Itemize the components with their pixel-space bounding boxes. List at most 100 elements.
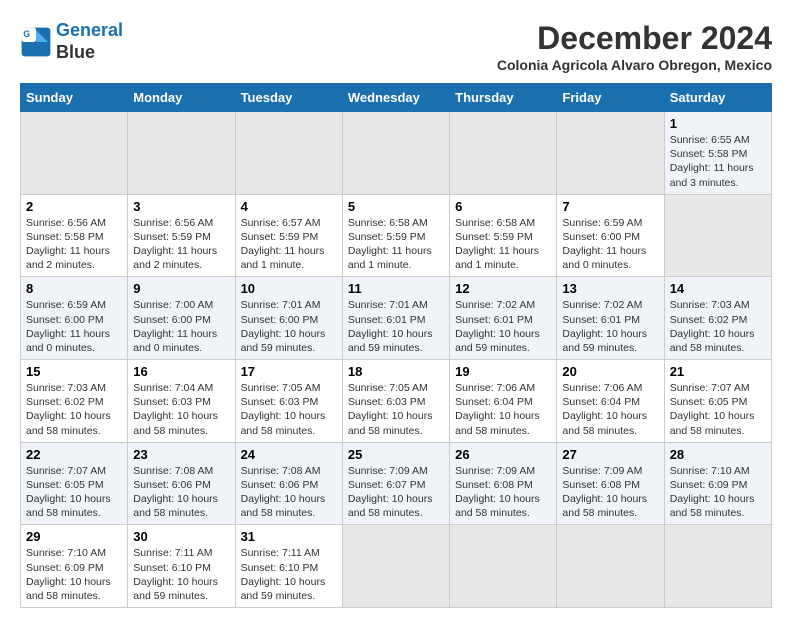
day-cell: 30Sunrise: 7:11 AMSunset: 6:10 PMDayligh… — [128, 525, 235, 608]
day-info: Sunrise: 7:03 AMSunset: 6:02 PMDaylight:… — [26, 382, 111, 437]
day-number: 16 — [133, 364, 229, 379]
empty-day-cell — [557, 525, 664, 608]
day-number: 6 — [455, 199, 551, 214]
day-info: Sunrise: 7:11 AMSunset: 6:10 PMDaylight:… — [241, 547, 326, 602]
day-info: Sunrise: 7:06 AMSunset: 6:04 PMDaylight:… — [562, 382, 647, 437]
day-info: Sunrise: 6:56 AMSunset: 5:59 PMDaylight:… — [133, 217, 217, 272]
day-cell: 12 Sunrise: 7:02 AMSunset: 6:01 PMDayligh… — [450, 277, 557, 360]
header-friday: Friday — [557, 84, 664, 112]
day-info: Sunrise: 6:59 AMSunset: 6:00 PMDaylight:… — [26, 299, 110, 354]
day-number: 20 — [562, 364, 658, 379]
day-cell: 28 Sunrise: 7:10 AMSunset: 6:09 PMDayligh… — [664, 442, 771, 525]
calendar-week-row: 2 Sunrise: 6:56 AMSunset: 5:58 PMDaylight… — [21, 194, 772, 277]
day-cell: 20 Sunrise: 7:06 AMSunset: 6:04 PMDayligh… — [557, 360, 664, 443]
header-wednesday: Wednesday — [342, 84, 449, 112]
calendar-week-row: 22Sunrise: 7:07 AMSunset: 6:05 PMDayligh… — [21, 442, 772, 525]
day-number: 14 — [670, 281, 766, 296]
day-info: Sunrise: 7:01 AMSunset: 6:00 PMDaylight:… — [241, 299, 326, 354]
day-number: 15 — [26, 364, 122, 379]
day-cell: 26 Sunrise: 7:09 AMSunset: 6:08 PMDayligh… — [450, 442, 557, 525]
header-monday: Monday — [128, 84, 235, 112]
empty-day-cell — [450, 112, 557, 195]
day-info: Sunrise: 7:10 AMSunset: 6:09 PMDaylight:… — [670, 465, 755, 520]
day-info: Sunrise: 7:09 AMSunset: 6:08 PMDaylight:… — [562, 465, 647, 520]
day-number: 5 — [348, 199, 444, 214]
day-info: Sunrise: 7:09 AMSunset: 6:08 PMDaylight:… — [455, 465, 540, 520]
logo-icon: G — [20, 26, 52, 58]
main-title: December 2024 — [497, 20, 772, 57]
title-section: December 2024 Colonia Agricola Alvaro Ob… — [497, 20, 772, 73]
day-number: 27 — [562, 447, 658, 462]
day-cell: 31Sunrise: 7:11 AMSunset: 6:10 PMDayligh… — [235, 525, 342, 608]
day-cell: 9Sunrise: 7:00 AMSunset: 6:00 PMDaylight… — [128, 277, 235, 360]
day-number: 11 — [348, 281, 444, 296]
day-number: 10 — [241, 281, 337, 296]
day-cell: 13Sunrise: 7:02 AMSunset: 6:01 PMDayligh… — [557, 277, 664, 360]
day-info: Sunrise: 7:11 AMSunset: 6:10 PMDaylight:… — [133, 547, 218, 602]
calendar-week-row: 29 Sunrise: 7:10 AMSunset: 6:09 PMDayligh… — [21, 525, 772, 608]
day-number: 19 — [455, 364, 551, 379]
day-number: 25 — [348, 447, 444, 462]
day-number: 12 — [455, 281, 551, 296]
logo-text: General Blue — [56, 20, 123, 63]
subtitle: Colonia Agricola Alvaro Obregon, Mexico — [497, 57, 772, 73]
day-number: 23 — [133, 447, 229, 462]
day-number: 17 — [241, 364, 337, 379]
empty-day-cell — [664, 525, 771, 608]
day-info: Sunrise: 6:59 AMSunset: 6:00 PMDaylight:… — [562, 217, 646, 272]
day-info: Sunrise: 6:57 AMSunset: 5:59 PMDaylight:… — [241, 217, 325, 272]
day-number: 7 — [562, 199, 658, 214]
day-cell: 29 Sunrise: 7:10 AMSunset: 6:09 PMDayligh… — [21, 525, 128, 608]
header-saturday: Saturday — [664, 84, 771, 112]
day-cell: 27 Sunrise: 7:09 AMSunset: 6:08 PMDayligh… — [557, 442, 664, 525]
empty-day-cell — [342, 525, 449, 608]
empty-day-cell — [664, 194, 771, 277]
day-number: 13 — [562, 281, 658, 296]
day-info: Sunrise: 7:08 AMSunset: 6:06 PMDaylight:… — [133, 465, 218, 520]
day-number: 24 — [241, 447, 337, 462]
day-cell: 16Sunrise: 7:04 AMSunset: 6:03 PMDayligh… — [128, 360, 235, 443]
calendar-table: SundayMondayTuesdayWednesdayThursdayFrid… — [20, 83, 772, 608]
header-thursday: Thursday — [450, 84, 557, 112]
day-info: Sunrise: 7:05 AMSunset: 6:03 PMDaylight:… — [348, 382, 433, 437]
day-info: Sunrise: 6:58 AMSunset: 5:59 PMDaylight:… — [455, 217, 539, 272]
day-cell: 21 Sunrise: 7:07 AMSunset: 6:05 PMDayligh… — [664, 360, 771, 443]
day-cell: 15 Sunrise: 7:03 AMSunset: 6:02 PMDayligh… — [21, 360, 128, 443]
day-number: 29 — [26, 529, 122, 544]
day-cell: 22Sunrise: 7:07 AMSunset: 6:05 PMDayligh… — [21, 442, 128, 525]
day-number: 28 — [670, 447, 766, 462]
day-number: 2 — [26, 199, 122, 214]
day-info: Sunrise: 7:09 AMSunset: 6:07 PMDaylight:… — [348, 465, 433, 520]
day-cell: 3 Sunrise: 6:56 AMSunset: 5:59 PMDaylight… — [128, 194, 235, 277]
day-number: 18 — [348, 364, 444, 379]
header-sunday: Sunday — [21, 84, 128, 112]
day-cell: 2 Sunrise: 6:56 AMSunset: 5:58 PMDaylight… — [21, 194, 128, 277]
day-cell: 10 Sunrise: 7:01 AMSunset: 6:00 PMDayligh… — [235, 277, 342, 360]
day-cell: 19 Sunrise: 7:06 AMSunset: 6:04 PMDayligh… — [450, 360, 557, 443]
calendar-week-row: 15 Sunrise: 7:03 AMSunset: 6:02 PMDayligh… — [21, 360, 772, 443]
empty-day-cell — [21, 112, 128, 195]
day-cell: 14Sunrise: 7:03 AMSunset: 6:02 PMDayligh… — [664, 277, 771, 360]
day-number: 21 — [670, 364, 766, 379]
day-info: Sunrise: 7:06 AMSunset: 6:04 PMDaylight:… — [455, 382, 540, 437]
day-cell: 24 Sunrise: 7:08 AMSunset: 6:06 PMDayligh… — [235, 442, 342, 525]
day-info: Sunrise: 6:58 AMSunset: 5:59 PMDaylight:… — [348, 217, 432, 272]
day-cell: 7 Sunrise: 6:59 AMSunset: 6:00 PMDaylight… — [557, 194, 664, 277]
empty-day-cell — [342, 112, 449, 195]
day-number: 1 — [670, 116, 766, 131]
day-number: 8 — [26, 281, 122, 296]
empty-day-cell — [235, 112, 342, 195]
day-number: 3 — [133, 199, 229, 214]
day-info: Sunrise: 7:02 AMSunset: 6:01 PMDaylight:… — [455, 299, 540, 354]
day-number: 26 — [455, 447, 551, 462]
day-number: 22 — [26, 447, 122, 462]
day-info: Sunrise: 7:08 AMSunset: 6:06 PMDaylight:… — [241, 465, 326, 520]
day-info: Sunrise: 6:56 AMSunset: 5:58 PMDaylight:… — [26, 217, 110, 272]
day-info: Sunrise: 7:07 AMSunset: 6:05 PMDaylight:… — [670, 382, 755, 437]
svg-text:G: G — [23, 29, 30, 39]
calendar-week-row: 1Sunrise: 6:55 AMSunset: 5:58 PMDaylight… — [21, 112, 772, 195]
empty-day-cell — [128, 112, 235, 195]
day-cell: 5 Sunrise: 6:58 AMSunset: 5:59 PMDaylight… — [342, 194, 449, 277]
calendar-week-row: 8 Sunrise: 6:59 AMSunset: 6:00 PMDaylight… — [21, 277, 772, 360]
day-info: Sunrise: 7:10 AMSunset: 6:09 PMDaylight:… — [26, 547, 111, 602]
